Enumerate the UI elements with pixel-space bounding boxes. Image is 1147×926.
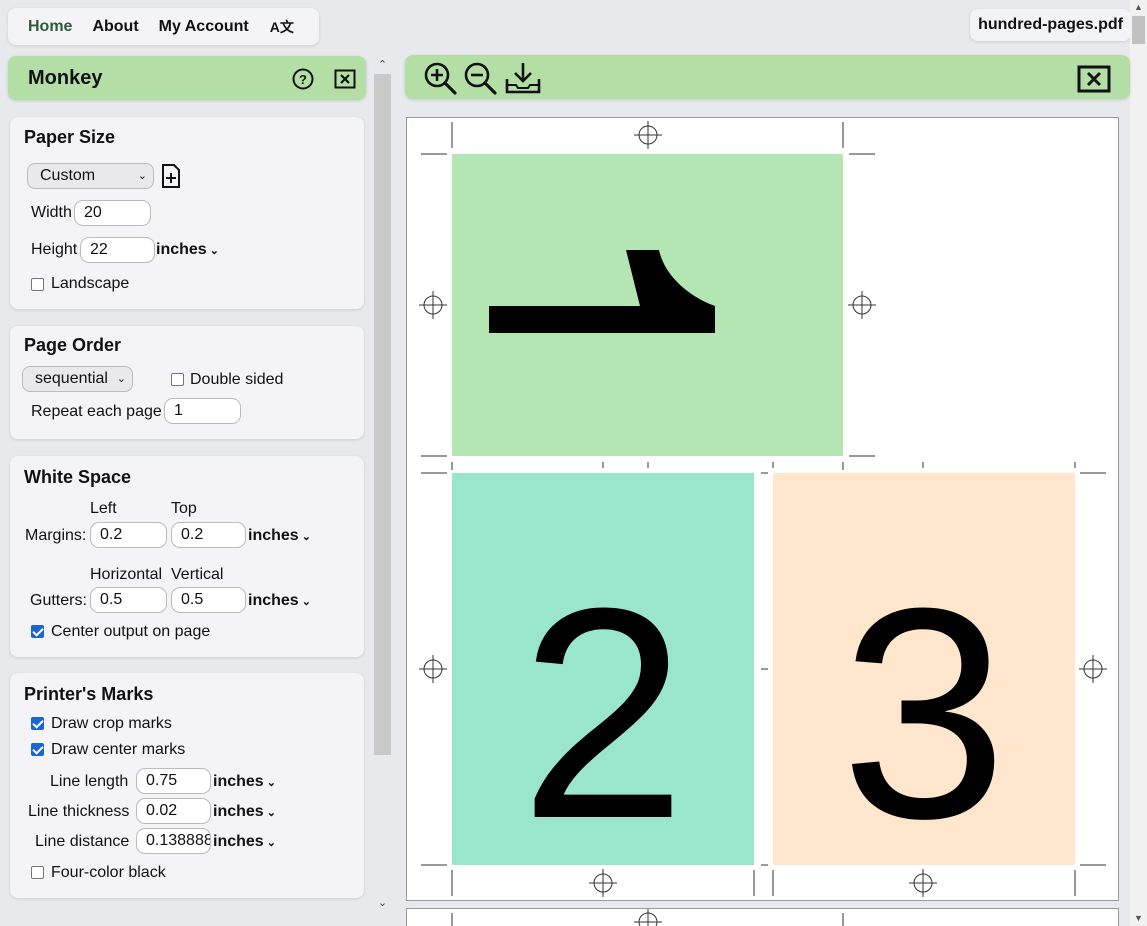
sidebar-scrollbar-thumb[interactable] [374, 74, 391, 755]
preview-toolbar [405, 55, 1130, 99]
page-scrollbar-thumb[interactable] [1132, 16, 1145, 44]
preview-page-2: 2 [452, 473, 754, 865]
four-color-black-label: Four-color black [51, 864, 166, 881]
paper-size-heading: Paper Size [24, 127, 116, 147]
nav-my-account-link[interactable]: My Account [159, 18, 249, 36]
four-color-black-checkbox[interactable] [31, 866, 44, 879]
margin-top-input[interactable]: 0.2 [171, 522, 246, 548]
svg-text:?: ? [299, 72, 307, 87]
zoom-in-icon[interactable] [423, 61, 457, 95]
nav-about-link[interactable]: About [92, 18, 138, 36]
settings-panel: Monkey ? [8, 56, 366, 100]
repeat-input[interactable]: 1 [164, 398, 241, 424]
printers-marks-card: Printer's Marks Draw crop marks Draw cen… [10, 673, 364, 898]
line-length-unit-select[interactable]: inches ⌄ [213, 773, 276, 791]
center-marks-label: Draw center marks [51, 741, 186, 758]
file-name-badge: hundred-pages.pdf [970, 9, 1131, 41]
paper-size-select[interactable]: Custom ⌄ [27, 163, 154, 189]
panel-title: Monkey [28, 66, 103, 89]
width-input[interactable]: 20 [74, 200, 151, 226]
margin-unit-select[interactable]: inches ⌄ [248, 527, 311, 545]
margin-unit-value: inches [248, 527, 299, 544]
line-distance-unit-value: inches [213, 833, 264, 850]
line-distance-label: Line distance [35, 833, 130, 850]
page-2-number: 2 [519, 545, 687, 865]
margin-left-input[interactable]: 0.2 [90, 522, 167, 548]
line-thickness-label: Line thickness [28, 803, 130, 820]
double-sided-label: Double sided [190, 371, 284, 388]
page-order-card: Page Order sequential ⌄ Double sided Repe… [10, 326, 364, 439]
sidebar-scroll-down-icon[interactable]: ⌄ [374, 896, 391, 909]
language-icon[interactable]: A文 [270, 17, 294, 37]
margins-label: Margins: [25, 527, 87, 544]
landscape-label: Landscape [51, 275, 130, 292]
gutter-vertical-label: Vertical [171, 566, 224, 583]
paper-size-card: Paper Size Custom ⌄ Width 20 Height 22 in… [10, 117, 364, 309]
crop-marks-checkbox[interactable] [31, 717, 44, 730]
preview-sheet: 1 2 3 [406, 117, 1119, 901]
printers-marks-heading: Printer's Marks [24, 684, 154, 704]
next-sheet-marks [451, 909, 844, 926]
gutter-unit-value: inches [248, 592, 299, 609]
close-preview-icon[interactable] [1077, 65, 1111, 93]
close-icon[interactable] [334, 68, 356, 90]
line-thickness-unit-value: inches [213, 803, 264, 820]
height-unit-select[interactable]: inches ⌄ [156, 241, 219, 259]
preview-page-3: 3 [773, 473, 1075, 865]
width-label: Width [31, 204, 72, 221]
page-order-select[interactable]: sequential ⌄ [22, 366, 133, 392]
line-thickness-input[interactable]: 0.02 [136, 798, 211, 824]
gutter-horizontal-label: Horizontal [90, 566, 163, 583]
center-output-checkbox[interactable] [31, 625, 44, 638]
page-order-value: sequential [35, 370, 108, 387]
center-marks-checkbox[interactable] [31, 743, 44, 756]
double-sided-checkbox[interactable] [171, 373, 184, 386]
line-length-input[interactable]: 0.75 [136, 768, 211, 794]
gutter-vertical-input[interactable]: 0.5 [171, 587, 246, 613]
margin-left-label: Left [90, 500, 117, 517]
page-3-number: 3 [840, 545, 1008, 865]
top-nav: Home About My Account A文 [8, 8, 319, 45]
download-icon[interactable] [504, 61, 542, 95]
help-icon[interactable]: ? [292, 68, 314, 90]
preview-sheet-next [406, 908, 1119, 926]
gutter-horizontal-input[interactable]: 0.5 [90, 587, 167, 613]
page-order-heading: Page Order [24, 335, 122, 355]
panel-header: Monkey ? [8, 56, 366, 100]
white-space-heading: White Space [24, 467, 132, 487]
sidebar-scrollbar[interactable]: ⌃ ⌄ [374, 56, 391, 916]
center-output-label: Center output on page [51, 623, 211, 640]
line-distance-unit-select[interactable]: inches ⌄ [213, 833, 276, 851]
landscape-checkbox[interactable] [31, 278, 44, 291]
paper-size-value: Custom [40, 167, 96, 184]
page-1-number-glyph [489, 250, 715, 333]
line-length-label: Line length [50, 773, 129, 790]
nav-home-link[interactable]: Home [28, 18, 72, 36]
repeat-label: Repeat each page [31, 403, 162, 420]
page-scrollbar[interactable]: ▲ ▼ [1130, 0, 1147, 926]
zoom-out-icon[interactable] [463, 61, 497, 95]
line-thickness-unit-select[interactable]: inches ⌄ [213, 803, 276, 821]
gutters-label: Gutters: [30, 592, 87, 609]
gutter-unit-select[interactable]: inches ⌄ [248, 592, 311, 610]
line-distance-input[interactable]: 0.138888 [136, 828, 211, 854]
line-length-unit-value: inches [213, 773, 264, 790]
margin-top-label: Top [171, 500, 197, 517]
file-name: hundred-pages.pdf [978, 16, 1123, 33]
add-page-size-icon[interactable] [160, 163, 182, 189]
height-unit-value: inches [156, 241, 207, 258]
sidebar-scroll-up-icon[interactable]: ⌃ [374, 58, 391, 71]
crop-marks-label: Draw crop marks [51, 715, 172, 732]
preview-page-1: 1 [452, 154, 843, 456]
white-space-card: White Space Left Top Margins: 0.2 0.2 in… [10, 456, 364, 657]
scroll-down-arrow-icon[interactable]: ▼ [1130, 913, 1147, 923]
height-label: Height [31, 241, 78, 258]
height-input[interactable]: 22 [80, 237, 155, 263]
scroll-up-arrow-icon[interactable]: ▲ [1130, 2, 1147, 12]
